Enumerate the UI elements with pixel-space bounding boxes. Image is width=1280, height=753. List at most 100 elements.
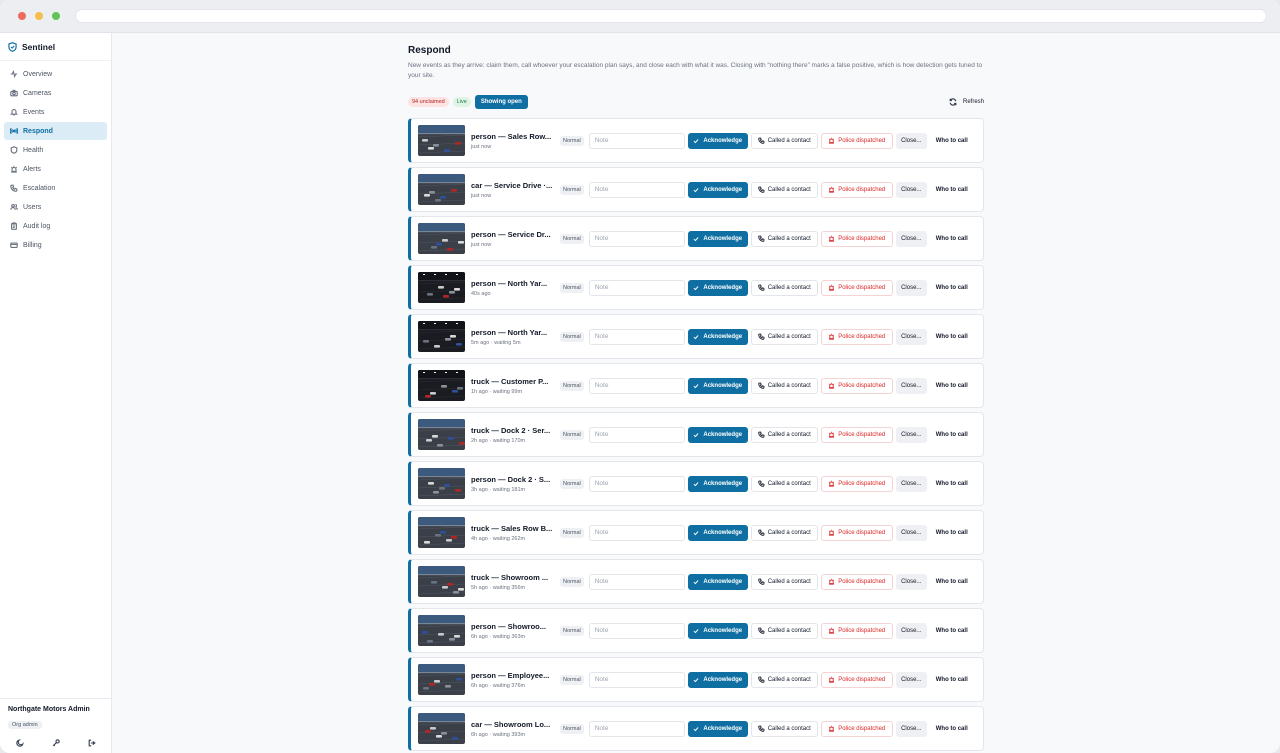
close-button[interactable]: Close... — [895, 230, 927, 247]
key-icon[interactable] — [52, 739, 60, 747]
acknowledge-button[interactable]: Acknowledge — [687, 426, 748, 443]
close-button[interactable]: Close... — [895, 671, 927, 688]
police-dispatched-button[interactable]: Police dispatched — [820, 230, 893, 247]
who-to-call-link[interactable]: Who to call — [936, 579, 968, 585]
called-contact-button[interactable]: Called a contact — [750, 426, 818, 443]
sidebar-item-health[interactable]: Health — [4, 141, 107, 159]
acknowledge-button[interactable]: Acknowledge — [687, 671, 748, 688]
called-contact-button[interactable]: Called a contact — [750, 377, 818, 394]
camera-snapshot[interactable] — [418, 517, 465, 548]
close-button[interactable]: Close... — [895, 181, 927, 198]
who-to-call-link[interactable]: Who to call — [936, 726, 968, 732]
who-to-call-link[interactable]: Who to call — [936, 481, 968, 487]
sidebar-item-cameras[interactable]: Cameras — [4, 84, 107, 102]
camera-snapshot[interactable] — [418, 223, 465, 254]
who-to-call-link[interactable]: Who to call — [936, 383, 968, 389]
acknowledge-button[interactable]: Acknowledge — [687, 279, 748, 296]
close-button[interactable]: Close... — [895, 426, 927, 443]
who-to-call-link[interactable]: Who to call — [936, 530, 968, 536]
refresh-button[interactable]: Refresh — [949, 98, 984, 106]
camera-snapshot[interactable] — [418, 664, 465, 695]
acknowledge-button[interactable]: Acknowledge — [687, 573, 748, 590]
sidebar-item-overview[interactable]: Overview — [4, 65, 107, 83]
close-button[interactable]: Close... — [895, 328, 927, 345]
close-button[interactable]: Close... — [895, 377, 927, 394]
note-input[interactable] — [588, 279, 685, 296]
close-button[interactable]: Close... — [895, 622, 927, 639]
acknowledge-button[interactable]: Acknowledge — [687, 132, 748, 149]
police-dispatched-button[interactable]: Police dispatched — [820, 328, 893, 345]
close-button[interactable]: Close... — [895, 524, 927, 541]
acknowledge-button[interactable]: Acknowledge — [687, 230, 748, 247]
sidebar-item-users[interactable]: Users — [4, 198, 107, 216]
who-to-call-link[interactable]: Who to call — [936, 432, 968, 438]
sidebar-item-alerts[interactable]: Alerts — [4, 160, 107, 178]
note-input[interactable] — [588, 671, 685, 688]
acknowledge-button[interactable]: Acknowledge — [687, 720, 748, 737]
sidebar-item-respond[interactable]: Respond — [4, 122, 107, 140]
police-dispatched-button[interactable]: Police dispatched — [820, 524, 893, 541]
note-input[interactable] — [588, 720, 685, 737]
camera-snapshot[interactable] — [418, 566, 465, 597]
police-dispatched-button[interactable]: Police dispatched — [820, 279, 893, 296]
police-dispatched-button[interactable]: Police dispatched — [820, 720, 893, 737]
moon-icon[interactable] — [16, 739, 24, 747]
address-bar[interactable] — [75, 9, 1267, 23]
called-contact-button[interactable]: Called a contact — [750, 573, 818, 590]
who-to-call-link[interactable]: Who to call — [936, 187, 968, 193]
who-to-call-link[interactable]: Who to call — [936, 334, 968, 340]
called-contact-button[interactable]: Called a contact — [750, 671, 818, 688]
police-dispatched-button[interactable]: Police dispatched — [820, 573, 893, 590]
note-input[interactable] — [588, 377, 685, 394]
acknowledge-button[interactable]: Acknowledge — [687, 524, 748, 541]
police-dispatched-button[interactable]: Police dispatched — [820, 426, 893, 443]
close-button[interactable]: Close... — [895, 279, 927, 296]
called-contact-button[interactable]: Called a contact — [750, 524, 818, 541]
called-contact-button[interactable]: Called a contact — [750, 132, 818, 149]
called-contact-button[interactable]: Called a contact — [750, 622, 818, 639]
called-contact-button[interactable]: Called a contact — [750, 475, 818, 492]
sidebar-item-audit-log[interactable]: Audit log — [4, 217, 107, 235]
acknowledge-button[interactable]: Acknowledge — [687, 181, 748, 198]
called-contact-button[interactable]: Called a contact — [750, 230, 818, 247]
who-to-call-link[interactable]: Who to call — [936, 628, 968, 634]
police-dispatched-button[interactable]: Police dispatched — [820, 475, 893, 492]
who-to-call-link[interactable]: Who to call — [936, 285, 968, 291]
note-input[interactable] — [588, 622, 685, 639]
note-input[interactable] — [588, 181, 685, 198]
acknowledge-button[interactable]: Acknowledge — [687, 328, 748, 345]
note-input[interactable] — [588, 573, 685, 590]
who-to-call-link[interactable]: Who to call — [936, 138, 968, 144]
minimize-window-dot[interactable] — [35, 12, 43, 20]
camera-snapshot[interactable] — [418, 615, 465, 646]
showing-open-button[interactable]: Showing open — [474, 95, 528, 109]
close-button[interactable]: Close... — [895, 132, 927, 149]
close-button[interactable]: Close... — [895, 573, 927, 590]
police-dispatched-button[interactable]: Police dispatched — [820, 622, 893, 639]
called-contact-button[interactable]: Called a contact — [750, 279, 818, 296]
called-contact-button[interactable]: Called a contact — [750, 720, 818, 737]
camera-snapshot[interactable] — [418, 174, 465, 205]
note-input[interactable] — [588, 524, 685, 541]
note-input[interactable] — [588, 475, 685, 492]
note-input[interactable] — [588, 230, 685, 247]
close-window-dot[interactable] — [18, 12, 26, 20]
police-dispatched-button[interactable]: Police dispatched — [820, 132, 893, 149]
note-input[interactable] — [588, 426, 685, 443]
who-to-call-link[interactable]: Who to call — [936, 236, 968, 242]
sidebar-item-events[interactable]: Events — [4, 103, 107, 121]
acknowledge-button[interactable]: Acknowledge — [687, 622, 748, 639]
camera-snapshot[interactable] — [418, 419, 465, 450]
police-dispatched-button[interactable]: Police dispatched — [820, 671, 893, 688]
called-contact-button[interactable]: Called a contact — [750, 181, 818, 198]
camera-snapshot[interactable] — [418, 468, 465, 499]
note-input[interactable] — [588, 132, 685, 149]
close-button[interactable]: Close... — [895, 475, 927, 492]
maximize-window-dot[interactable] — [52, 12, 60, 20]
police-dispatched-button[interactable]: Police dispatched — [820, 181, 893, 198]
note-input[interactable] — [588, 328, 685, 345]
who-to-call-link[interactable]: Who to call — [936, 677, 968, 683]
camera-snapshot[interactable] — [418, 713, 465, 744]
camera-snapshot[interactable] — [418, 125, 465, 156]
camera-snapshot[interactable] — [418, 272, 465, 303]
